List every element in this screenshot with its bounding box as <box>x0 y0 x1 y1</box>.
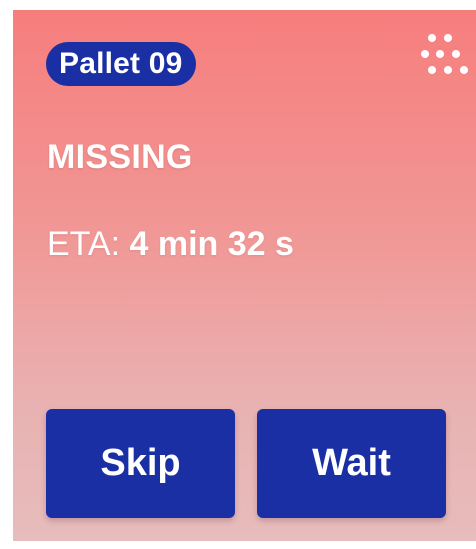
dot <box>444 34 452 42</box>
dot <box>428 34 436 42</box>
dot <box>460 66 468 74</box>
dot <box>452 50 460 58</box>
eta-value: 4 min 32 s <box>129 225 294 263</box>
pallet-status-card: Pallet 09 MISSING ETA: 4 min 32 s Skip W… <box>13 10 476 541</box>
status-text: MISSING <box>47 138 193 176</box>
wait-button[interactable]: Wait <box>257 409 446 518</box>
dot <box>444 66 452 74</box>
dot <box>428 66 436 74</box>
eta-label: ETA: <box>47 225 121 263</box>
eta-line: ETA: 4 min 32 s <box>47 225 294 264</box>
dot <box>421 50 429 58</box>
skip-button[interactable]: Skip <box>46 409 235 518</box>
pallet-badge: Pallet 09 <box>46 42 196 86</box>
dot <box>436 50 444 58</box>
dots-grid-icon[interactable] <box>418 30 474 86</box>
